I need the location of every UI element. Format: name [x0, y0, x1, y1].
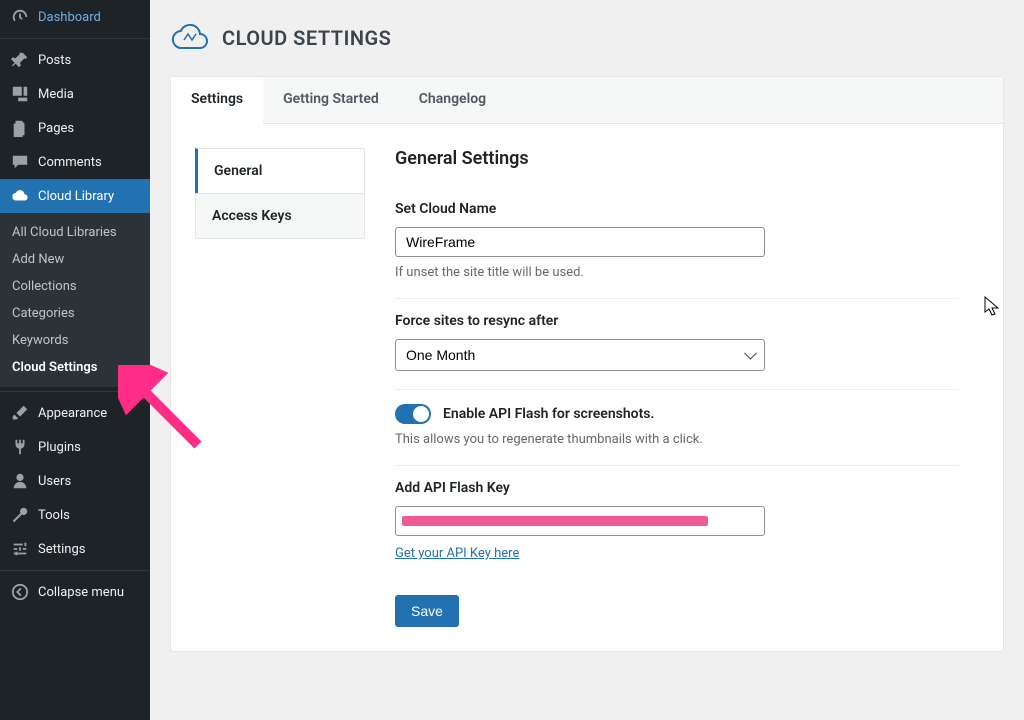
sidebar-item-label: Users	[38, 474, 71, 489]
tab-getting-started[interactable]: Getting Started	[263, 77, 399, 123]
wrench-icon	[10, 505, 30, 525]
pages-icon	[10, 118, 30, 138]
page-header: CLOUD SETTINGS	[170, 0, 1004, 76]
sidebar-item-appearance[interactable]: Appearance	[0, 396, 150, 430]
submenu-item-keywords[interactable]: Keywords	[0, 327, 150, 354]
user-icon	[10, 471, 30, 491]
comment-icon	[10, 152, 30, 172]
sidebar-item-label: Cloud Library	[38, 189, 114, 204]
cloud-icon	[10, 186, 30, 206]
sidebar-item-settings[interactable]: Settings	[0, 532, 150, 566]
tab-changelog[interactable]: Changelog	[399, 77, 506, 123]
sidebar-item-label: Collapse menu	[38, 585, 124, 600]
sliders-icon	[10, 539, 30, 559]
submenu-item-all-libraries[interactable]: All Cloud Libraries	[0, 219, 150, 246]
redacted-value	[402, 516, 708, 526]
field-cloud-name: Set Cloud Name If unset the site title w…	[395, 187, 959, 299]
admin-sidebar: Dashboard Posts Media Pages Comments Clo…	[0, 0, 150, 720]
sidebar-item-label: Dashboard	[38, 10, 101, 25]
api-flash-label: Enable API Flash for screenshots.	[443, 406, 654, 422]
sidebar-item-label: Tools	[38, 508, 70, 523]
resync-label: Force sites to resync after	[395, 313, 959, 329]
sidebar-item-label: Comments	[38, 155, 102, 170]
save-button[interactable]: Save	[395, 595, 459, 627]
side-nav-access-keys[interactable]: Access Keys	[195, 193, 365, 239]
sidebar-item-label: Pages	[38, 121, 74, 136]
api-flash-helper: This allows you to regenerate thumbnails…	[395, 432, 959, 447]
side-nav-general[interactable]: General	[195, 148, 365, 193]
tabs: Settings Getting Started Changelog	[171, 77, 1003, 124]
brush-icon	[10, 403, 30, 423]
sidebar-submenu: All Cloud Libraries Add New Collections …	[0, 213, 150, 387]
sidebar-item-posts[interactable]: Posts	[0, 43, 150, 77]
cloud-name-label: Set Cloud Name	[395, 201, 959, 217]
submenu-item-categories[interactable]: Categories	[0, 300, 150, 327]
sidebar-item-tools[interactable]: Tools	[0, 498, 150, 532]
settings-card: Settings Getting Started Changelog Gener…	[170, 76, 1004, 652]
submenu-item-cloud-settings[interactable]: Cloud Settings	[0, 354, 150, 381]
main-content: CLOUD SETTINGS Settings Getting Started …	[150, 0, 1024, 720]
cloud-name-helper: If unset the site title will be used.	[395, 265, 959, 280]
sidebar-item-comments[interactable]: Comments	[0, 145, 150, 179]
sidebar-item-pages[interactable]: Pages	[0, 111, 150, 145]
sidebar-item-cloud-library[interactable]: Cloud Library	[0, 179, 150, 213]
media-icon	[10, 84, 30, 104]
sidebar-item-label: Plugins	[38, 440, 81, 455]
sidebar-item-media[interactable]: Media	[0, 77, 150, 111]
sidebar-item-collapse[interactable]: Collapse menu	[0, 575, 150, 609]
api-key-label: Add API Flash Key	[395, 480, 959, 496]
cloud-logo-icon	[170, 18, 210, 58]
sidebar-item-label: Posts	[38, 53, 71, 68]
resync-select[interactable]: One Month	[395, 339, 765, 371]
settings-heading: General Settings	[395, 148, 959, 169]
sidebar-item-users[interactable]: Users	[0, 464, 150, 498]
page-title: CLOUD SETTINGS	[222, 26, 391, 50]
plug-icon	[10, 437, 30, 457]
cloud-name-input[interactable]	[395, 227, 765, 257]
sidebar-item-dashboard[interactable]: Dashboard	[0, 0, 150, 34]
api-key-link[interactable]: Get your API Key here	[395, 546, 519, 561]
sidebar-item-label: Media	[38, 87, 74, 102]
settings-side-nav: General Access Keys	[195, 148, 365, 627]
submenu-item-add-new[interactable]: Add New	[0, 246, 150, 273]
tab-settings[interactable]: Settings	[171, 77, 263, 124]
collapse-icon	[10, 582, 30, 602]
pin-icon	[10, 50, 30, 70]
sidebar-item-label: Appearance	[38, 406, 107, 421]
submenu-item-collections[interactable]: Collections	[0, 273, 150, 300]
field-api-flash: Enable API Flash for screenshots. This a…	[395, 390, 959, 466]
field-resync: Force sites to resync after One Month	[395, 299, 959, 390]
sidebar-item-label: Settings	[38, 542, 85, 557]
field-api-key: Add API Flash Key Get your API Key here	[395, 466, 959, 579]
sidebar-item-plugins[interactable]: Plugins	[0, 430, 150, 464]
api-flash-toggle[interactable]	[395, 404, 431, 424]
dashboard-icon	[10, 7, 30, 27]
api-key-input[interactable]	[395, 506, 765, 536]
